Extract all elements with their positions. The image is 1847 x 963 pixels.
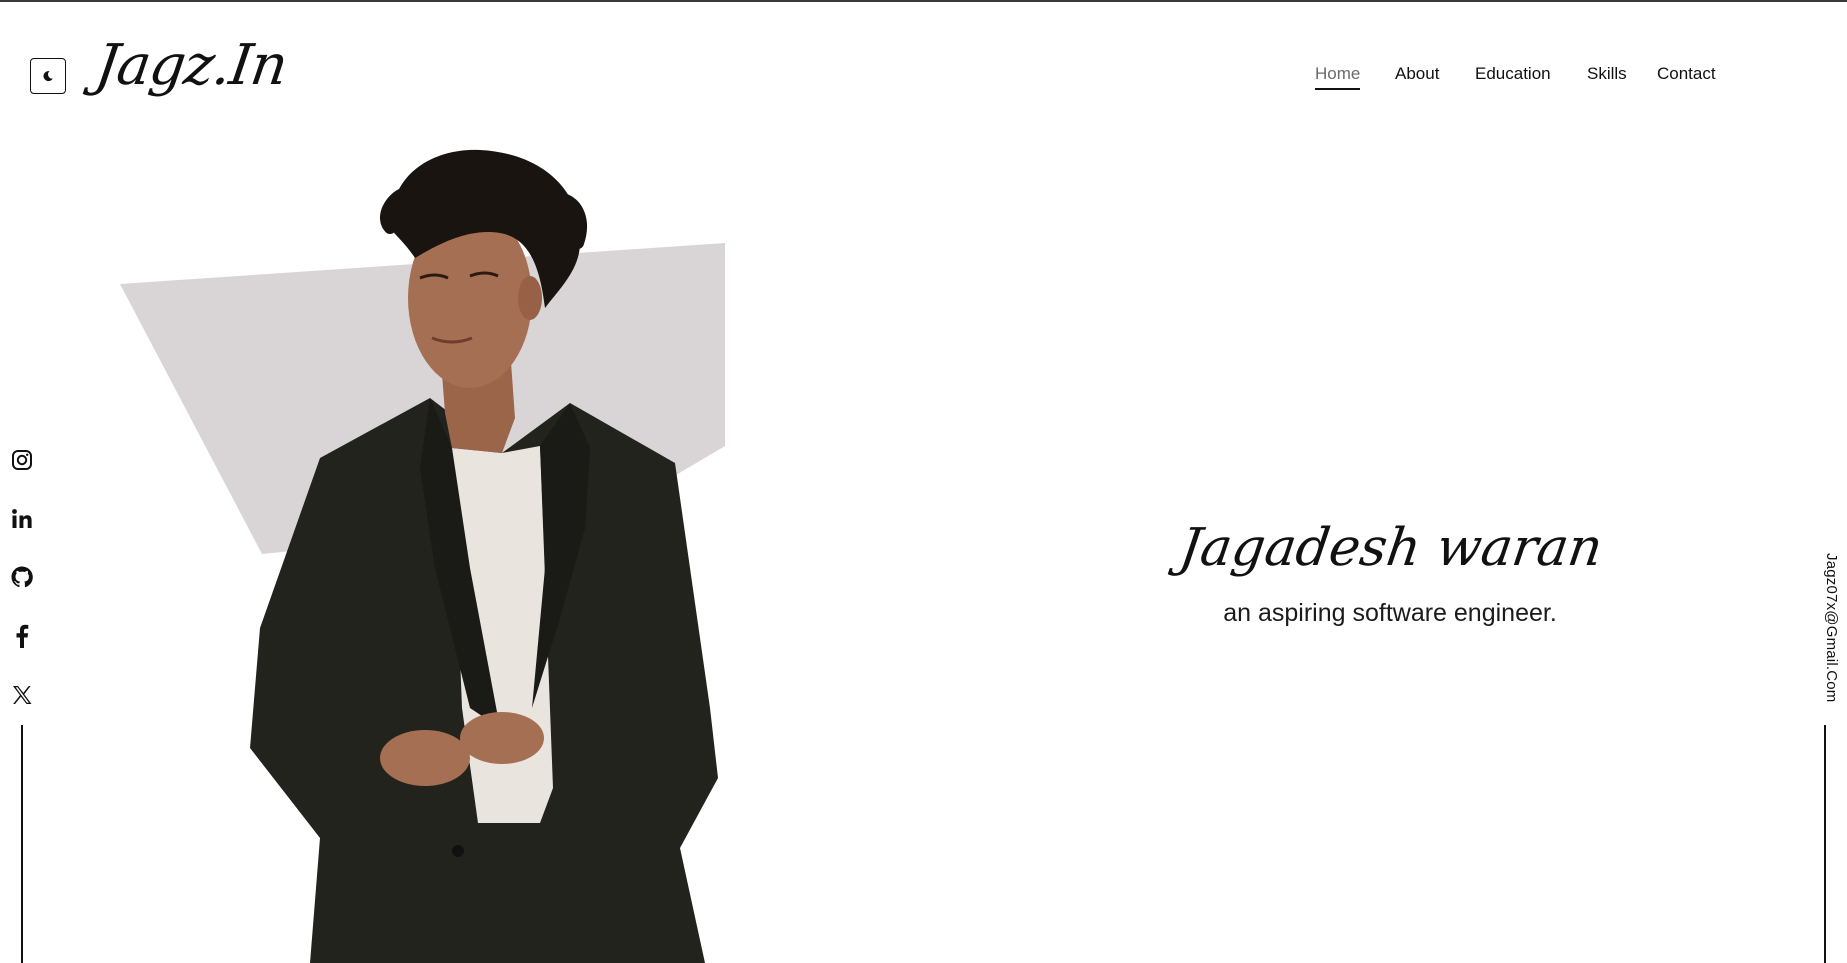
right-decorative-line	[1824, 725, 1826, 963]
hero-tagline: an aspiring software engineer.	[1223, 599, 1557, 628]
hero-portrait	[250, 149, 718, 963]
hero-name: Jagadesh waran	[1175, 518, 1607, 578]
portfolio-page: Jagz.In Home About Education Skills Cont…	[0, 0, 1847, 963]
hero-intro: Jagadesh waran an aspiring software engi…	[1176, 518, 1606, 628]
email-link[interactable]: Jagz07x@Gmail.Com	[1818, 553, 1840, 713]
